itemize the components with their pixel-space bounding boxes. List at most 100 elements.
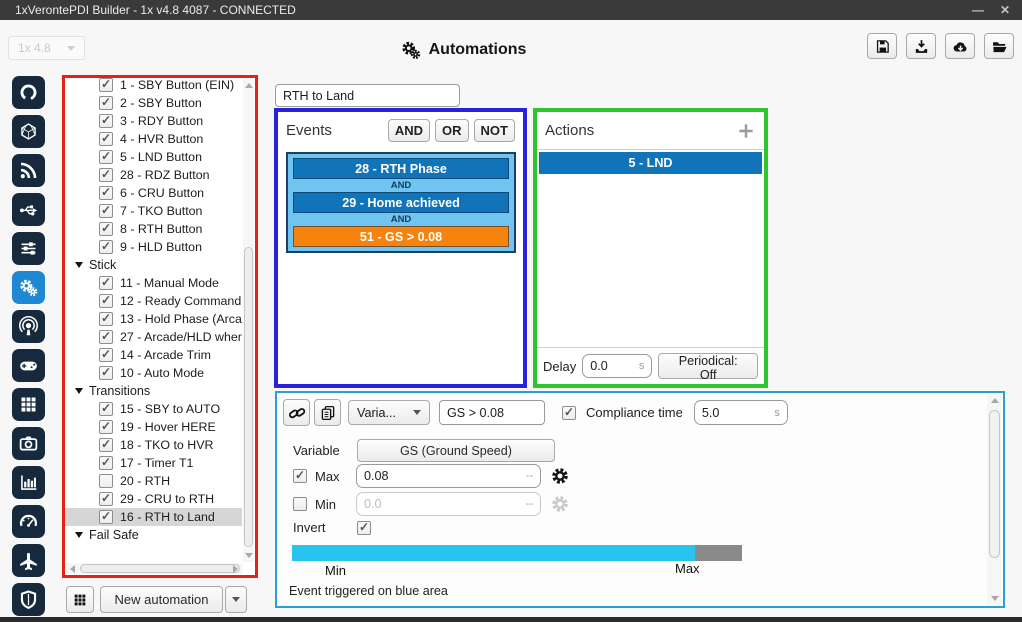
add-action-icon[interactable] (736, 121, 756, 141)
tree-item[interactable]: 17 - Timer T1 (65, 454, 242, 472)
scroll-right-icon[interactable] (233, 565, 238, 573)
checkbox[interactable] (99, 276, 113, 290)
sidebar-item-joystick[interactable] (12, 349, 45, 382)
tree-item[interactable]: 16 - RTH to Land (65, 508, 242, 526)
sidebar-item-flight[interactable] (12, 544, 45, 577)
sidebar-item-setup-sliders[interactable] (12, 232, 45, 265)
min-value-input[interactable]: 0.0 -- (356, 492, 541, 516)
tree-item[interactable]: 19 - Hover HERE (65, 418, 242, 436)
new-automation-dropdown[interactable] (225, 586, 247, 613)
event-item[interactable]: 29 - Home achieved (293, 192, 509, 213)
tree-vertical-scrollbar[interactable] (243, 79, 254, 562)
action-item[interactable]: 5 - LND (539, 152, 762, 174)
sidebar-item-usb[interactable] (12, 193, 45, 226)
checkbox[interactable] (99, 240, 113, 254)
automation-name-input[interactable] (275, 84, 460, 107)
trigger-range-slider[interactable] (292, 545, 742, 561)
link-button[interactable] (283, 399, 310, 426)
save-button[interactable] (867, 33, 897, 59)
sidebar-item-platform[interactable] (12, 76, 45, 109)
checkbox[interactable] (99, 312, 113, 326)
sidebar-item-matrix[interactable] (12, 388, 45, 421)
tree-horizontal-scrollbar[interactable] (66, 563, 242, 574)
tree-item[interactable]: 4 - HVR Button (65, 130, 242, 148)
checkbox[interactable] (99, 114, 113, 128)
tree-item[interactable]: 13 - Hold Phase (Arcad (65, 310, 242, 328)
checkbox[interactable] (99, 204, 113, 218)
checkbox[interactable] (99, 168, 113, 182)
scroll-up-icon[interactable] (245, 83, 253, 88)
event-type-dropdown[interactable]: Varia... (348, 400, 430, 425)
minimize-button[interactable]: — (972, 3, 984, 17)
checkbox[interactable] (99, 456, 113, 470)
checkbox[interactable] (99, 510, 113, 524)
delay-input[interactable]: 0.0 s (582, 354, 652, 378)
tree-item[interactable]: 11 - Manual Mode (65, 274, 242, 292)
tree-item[interactable]: 2 - SBY Button (65, 94, 242, 112)
download-button[interactable] (906, 33, 936, 59)
checkbox[interactable] (99, 132, 113, 146)
open-folder-button[interactable] (984, 33, 1014, 59)
sidebar-item-mesh[interactable] (12, 115, 45, 148)
checkbox[interactable] (99, 366, 113, 380)
scroll-left-icon[interactable] (70, 565, 75, 573)
max-value-input[interactable]: 0.08 -- (356, 464, 541, 488)
checkbox[interactable] (99, 96, 113, 110)
tree-item[interactable]: 7 - TKO Button (65, 202, 242, 220)
tree-group[interactable]: Stick (65, 256, 242, 274)
checkbox[interactable] (99, 222, 113, 236)
periodical-button[interactable]: Periodical: Off (658, 353, 758, 379)
tree-item[interactable]: 3 - RDY Button (65, 112, 242, 130)
sidebar-item-podcast[interactable] (12, 310, 45, 343)
sidebar-item-charts[interactable] (12, 466, 45, 499)
tree-item[interactable]: 6 - CRU Button (65, 184, 242, 202)
tree-item[interactable]: 5 - LND Button (65, 148, 242, 166)
tree-item[interactable]: 20 - RTH (65, 472, 242, 490)
checkbox[interactable] (99, 402, 113, 416)
compliance-time-input[interactable]: 5.0 s (694, 400, 788, 425)
checkbox[interactable] (99, 294, 113, 308)
tree-group[interactable]: Transitions (65, 382, 242, 400)
checkbox[interactable] (99, 348, 113, 362)
not-operator-button[interactable]: NOT (474, 119, 515, 142)
tree-item[interactable]: 14 - Arcade Trim (65, 346, 242, 364)
compliance-checkbox[interactable] (562, 406, 576, 420)
automation-grid-button[interactable] (66, 586, 94, 613)
scroll-down-icon[interactable] (245, 553, 253, 558)
max-gear-icon[interactable] (550, 466, 570, 486)
tree-group[interactable]: Fail Safe (65, 526, 242, 544)
min-gear-icon[interactable] (550, 494, 570, 514)
or-operator-button[interactable]: OR (435, 119, 469, 142)
checkbox[interactable] (99, 438, 113, 452)
event-item[interactable]: 51 - GS > 0.08 (293, 226, 509, 247)
sidebar-item-gauge[interactable] (12, 505, 45, 538)
tree-item[interactable]: 29 - CRU to RTH (65, 490, 242, 508)
tree-item[interactable]: 8 - RTH Button (65, 220, 242, 238)
config-vertical-scrollbar[interactable] (987, 394, 1002, 605)
tree-item[interactable]: 15 - SBY to AUTO (65, 400, 242, 418)
tree-item[interactable]: 9 - HLD Button (65, 238, 242, 256)
sidebar-item-automations[interactable] (12, 271, 45, 304)
checkbox[interactable] (99, 150, 113, 164)
scrollbar-thumb[interactable] (80, 564, 240, 573)
checkbox[interactable] (99, 78, 113, 92)
new-automation-button[interactable]: New automation (100, 586, 223, 613)
event-name-input[interactable] (439, 400, 545, 425)
tree-item[interactable]: 1 - SBY Button (EIN) (65, 76, 242, 94)
checkbox[interactable] (99, 186, 113, 200)
tree-item[interactable]: 10 - Auto Mode (65, 364, 242, 382)
scrollbar-thumb[interactable] (989, 410, 1000, 558)
close-button[interactable]: ✕ (1000, 3, 1010, 17)
max-checkbox[interactable] (293, 469, 307, 483)
invert-checkbox[interactable] (357, 521, 371, 535)
event-item[interactable]: 28 - RTH Phase (293, 158, 509, 179)
sidebar-item-safety[interactable] (12, 583, 45, 616)
checkbox[interactable] (99, 492, 113, 506)
checkbox[interactable] (99, 420, 113, 434)
scrollbar-thumb[interactable] (244, 247, 253, 547)
checkbox[interactable] (99, 330, 113, 344)
tree-item[interactable]: 12 - Ready Command (65, 292, 242, 310)
checkbox[interactable] (99, 474, 113, 488)
scroll-up-icon[interactable] (991, 398, 999, 403)
copy-button[interactable] (314, 399, 341, 426)
